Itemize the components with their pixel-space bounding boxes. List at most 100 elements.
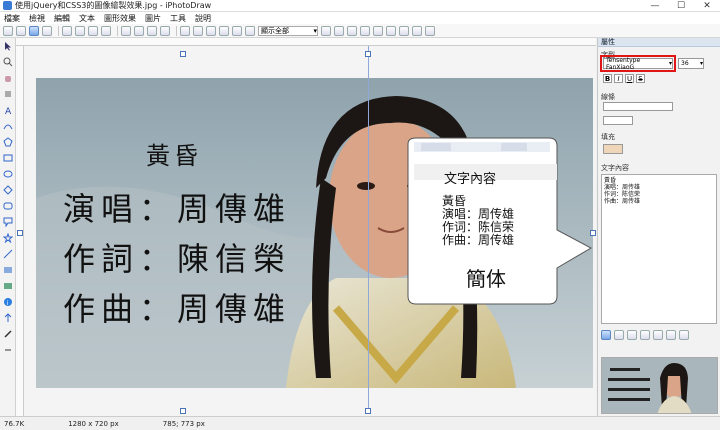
align-left-icon[interactable] bbox=[601, 330, 611, 340]
line-width-select[interactable] bbox=[603, 116, 633, 125]
fill-color-button[interactable] bbox=[603, 144, 623, 154]
window-title: 使用jQuery和CSS3的圖像繪製效果.jpg - iPhotoDraw bbox=[15, 1, 212, 10]
curve-tool-icon[interactable] bbox=[3, 121, 13, 131]
star-tool-icon[interactable] bbox=[2, 232, 14, 244]
pen-tool-icon[interactable] bbox=[3, 329, 13, 339]
frame-icon[interactable] bbox=[399, 25, 409, 36]
undo-icon[interactable] bbox=[62, 25, 72, 36]
resize-handle-right[interactable] bbox=[590, 230, 596, 236]
chevron-down-icon: ▾ bbox=[668, 60, 672, 67]
menu-view[interactable]: 檢視 bbox=[29, 13, 45, 24]
forward-arrow-icon[interactable] bbox=[101, 25, 111, 36]
menu-tools[interactable]: 工具 bbox=[170, 13, 186, 24]
screen-icon[interactable] bbox=[425, 25, 435, 36]
align-bottom-icon[interactable] bbox=[666, 330, 676, 340]
arrow-tool-icon[interactable] bbox=[3, 313, 13, 323]
close-button[interactable]: ✕ bbox=[694, 0, 720, 12]
crop-icon[interactable] bbox=[219, 25, 229, 36]
zoom-out-icon[interactable] bbox=[245, 25, 255, 36]
rectangle-tool-icon[interactable] bbox=[3, 153, 13, 163]
ellipse-tool-icon[interactable] bbox=[3, 169, 13, 179]
text-tool-icon[interactable]: A bbox=[3, 105, 13, 117]
panel-title: 屬性 bbox=[598, 38, 720, 47]
open-folder-icon[interactable] bbox=[16, 25, 26, 36]
cut-icon[interactable] bbox=[121, 25, 131, 36]
line-style-select[interactable] bbox=[603, 102, 673, 111]
diamond-tool-icon[interactable] bbox=[3, 185, 13, 195]
pan-tool-icon[interactable] bbox=[3, 73, 13, 83]
menu-bar: 檔案 檢視 編輯 文本 圖形效果 圖片 工具 說明 bbox=[0, 12, 720, 24]
rotate-right-icon[interactable] bbox=[193, 25, 203, 36]
align-top-icon[interactable] bbox=[640, 330, 650, 340]
menu-file[interactable]: 檔案 bbox=[4, 13, 20, 24]
eraser-icon[interactable] bbox=[3, 89, 13, 99]
select-arrow-icon[interactable] bbox=[3, 41, 13, 51]
italic-button[interactable]: I bbox=[614, 74, 623, 83]
text-content-field[interactable]: 黃昏 演唱：周传雄 作词：陈信荣 作曲：周传雄 bbox=[601, 174, 717, 324]
shape-tool-icon[interactable] bbox=[3, 281, 13, 291]
layers-icon[interactable] bbox=[386, 25, 396, 36]
font-size-value: 36 bbox=[681, 60, 689, 67]
menu-help[interactable]: 說明 bbox=[195, 13, 211, 24]
zoom-select-value: 顯示全部 bbox=[261, 26, 289, 35]
symbol-icon[interactable] bbox=[679, 330, 689, 340]
resize-handle-top-center[interactable] bbox=[365, 51, 371, 57]
status-cursor: 785; 773 px bbox=[162, 419, 205, 428]
grid-icon[interactable] bbox=[373, 25, 383, 36]
actual-size-icon[interactable] bbox=[360, 25, 370, 36]
align-center-icon[interactable] bbox=[614, 330, 624, 340]
settings-icon[interactable] bbox=[412, 25, 422, 36]
navigator-thumbnail[interactable] bbox=[601, 357, 718, 414]
callout-tool-icon[interactable] bbox=[3, 217, 13, 228]
align-middle-icon[interactable] bbox=[653, 330, 663, 340]
underline-button[interactable]: U bbox=[625, 74, 634, 83]
status-bar: 76.7K 1280 x 720 px 785; 773 px bbox=[0, 416, 720, 430]
save-icon[interactable] bbox=[29, 25, 39, 36]
print-icon[interactable] bbox=[42, 25, 52, 36]
chevron-down-icon: ▾ bbox=[313, 26, 317, 35]
resize-handle-bottom-center[interactable] bbox=[365, 408, 371, 414]
fit-icon[interactable] bbox=[347, 25, 357, 36]
menu-image[interactable]: 圖片 bbox=[145, 13, 161, 24]
fill-section-label: 填充 bbox=[601, 133, 615, 141]
redo-icon[interactable] bbox=[75, 25, 85, 36]
info-icon[interactable]: i bbox=[3, 297, 13, 307]
hand-tool-icon[interactable] bbox=[321, 25, 331, 36]
font-family-select[interactable]: Tensentype FanXiaoG ▾ bbox=[603, 56, 673, 71]
paste-icon[interactable] bbox=[147, 25, 157, 36]
horizontal-ruler bbox=[16, 38, 596, 46]
maximize-button[interactable]: ☐ bbox=[668, 0, 694, 12]
resize-handle-left[interactable] bbox=[17, 230, 23, 236]
align-right-icon[interactable] bbox=[627, 330, 637, 340]
back-arrow-icon[interactable] bbox=[88, 25, 98, 36]
resize-handle-bottom[interactable] bbox=[180, 408, 186, 414]
toolbar-separator bbox=[176, 25, 177, 36]
zoom-select[interactable]: 顯示全部 ▾ bbox=[258, 25, 318, 36]
zoom-in-icon[interactable] bbox=[232, 25, 242, 36]
delete-icon[interactable] bbox=[160, 25, 170, 36]
polygon-tool-icon[interactable] bbox=[3, 137, 13, 147]
minus-icon[interactable] bbox=[3, 345, 13, 355]
resize-handle-top[interactable] bbox=[180, 51, 186, 57]
font-family-value: Tensentype FanXiaoG bbox=[606, 56, 641, 71]
thumbnail-image bbox=[602, 358, 717, 413]
copy-icon[interactable] bbox=[134, 25, 144, 36]
image-tool-icon[interactable] bbox=[3, 265, 13, 275]
rotate-left-icon[interactable] bbox=[180, 25, 190, 36]
minimize-button[interactable]: — bbox=[642, 0, 668, 12]
menu-text[interactable]: 文本 bbox=[79, 13, 95, 24]
new-file-icon[interactable] bbox=[3, 25, 13, 36]
font-size-select[interactable]: 36 ▾ bbox=[678, 58, 704, 69]
strikethrough-button[interactable]: S bbox=[636, 74, 645, 83]
title-bar: 使用jQuery和CSS3的圖像繪製效果.jpg - iPhotoDraw — … bbox=[0, 0, 720, 12]
bold-button[interactable]: B bbox=[603, 74, 612, 83]
canvas-image[interactable]: 黃昏 演唱：周傳雄 作詞：陳信榮 作曲：周傳雄 文字內容 黃昏 演唱：周传雄 作… bbox=[36, 78, 593, 388]
rounded-rect-tool-icon[interactable] bbox=[3, 201, 13, 211]
menu-edit[interactable]: 編輯 bbox=[54, 13, 70, 24]
menu-effects[interactable]: 圖形效果 bbox=[104, 13, 136, 24]
line-tool-icon[interactable] bbox=[3, 249, 13, 259]
align-buttons-row bbox=[601, 330, 692, 340]
link-icon[interactable] bbox=[334, 25, 344, 36]
flip-icon[interactable] bbox=[206, 25, 216, 36]
zoom-tool-icon[interactable] bbox=[3, 57, 13, 67]
